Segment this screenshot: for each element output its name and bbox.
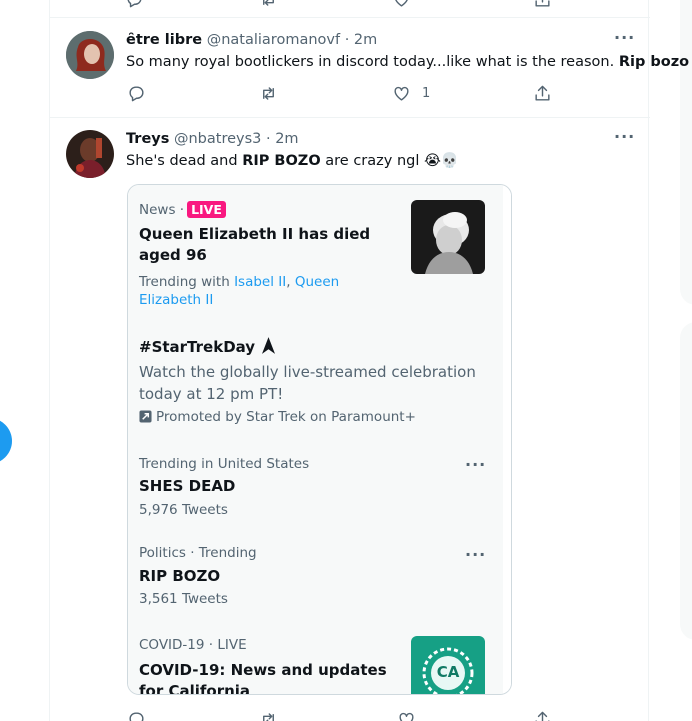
timeline: ȇtre libre @nataliaromanovf · 2m ··· So …	[49, 0, 689, 721]
retweet-icon	[263, 87, 274, 100]
covid-headline: COVID-19: News and updates for Californi…	[139, 661, 387, 695]
prev-share-button[interactable]	[533, 0, 552, 9]
scrollbar[interactable]	[503, 185, 511, 694]
retweet-button[interactable]	[259, 710, 278, 721]
share-icon	[535, 711, 550, 721]
trend-count: 3,561 Tweets	[139, 591, 228, 607]
share-button[interactable]	[533, 710, 552, 721]
heart-icon	[399, 712, 414, 721]
news-category-label: News ·	[139, 202, 185, 218]
avatar-image	[66, 31, 114, 79]
live-badge: LIVE	[187, 201, 226, 218]
promoted-hashtag: #StarTrekDay	[139, 337, 276, 358]
handle[interactable]: @nbatreys3	[174, 131, 261, 147]
handle[interactable]: @nataliaromanovf	[207, 32, 340, 48]
trend-count: 5,976 Tweets	[139, 502, 228, 518]
trending-with: Trending with Isabel II, Queen Elizabeth…	[139, 273, 401, 309]
more-options-button[interactable]: ···	[614, 127, 635, 146]
tweet-text-bold: Rip bozo	[618, 54, 690, 70]
reply-icon	[127, 0, 142, 8]
news-headline: Queen Elizabeth II has died aged 96	[139, 225, 371, 264]
like-button[interactable]: 1	[392, 84, 430, 103]
heart-icon	[394, 86, 409, 101]
share-button[interactable]	[533, 84, 552, 103]
prev-reply-button[interactable]	[125, 0, 144, 9]
tweet-text-part1: She's dead and	[126, 153, 243, 169]
heart-icon	[395, 0, 408, 7]
compose-tweet-button[interactable]	[0, 418, 12, 464]
ca-badge-text: CA	[436, 663, 460, 681]
like-button[interactable]	[397, 710, 416, 721]
trend-link-isabel[interactable]: Isabel II	[234, 274, 286, 290]
trend-link-separator: ,	[286, 274, 295, 290]
display-name[interactable]: ȇtre libre	[126, 32, 202, 48]
share-icon	[535, 0, 550, 7]
tweet-text: She's dead and RIP BOZO are crazy ngl 😭💀	[126, 151, 459, 171]
trend-name[interactable]: SHES DEAD	[139, 476, 235, 497]
trend-more-button[interactable]: ···	[465, 455, 486, 474]
trend-context: Politics · Trending	[139, 545, 257, 561]
avatar[interactable]	[66, 31, 114, 79]
more-options-button[interactable]: ···	[614, 28, 635, 47]
promoted-by: Promoted by Star Trek on Paramount+	[139, 409, 416, 425]
tweet-header: Treys @nbatreys3 · 2m	[126, 129, 299, 149]
share-icon	[535, 85, 550, 101]
sidebar-card-top	[680, 0, 692, 305]
trend-context: Trending in United States	[139, 456, 310, 472]
promoted-icon	[139, 410, 152, 423]
retweet-icon	[263, 713, 274, 721]
divider	[50, 17, 650, 18]
queen-photo	[411, 200, 485, 274]
avatar[interactable]	[66, 130, 114, 178]
tweet-text: So many royal bootlickers in discord tod…	[126, 52, 689, 72]
divider	[50, 117, 650, 118]
promoted-by-text: Promoted by Star Trek on Paramount+	[156, 409, 416, 425]
retweet-icon	[263, 0, 274, 6]
retweet-button[interactable]	[259, 84, 278, 103]
tweet-text-plain: So many royal bootlickers in discord tod…	[126, 54, 619, 70]
avatar-image	[66, 130, 114, 178]
timestamp[interactable]: · 2m	[345, 32, 378, 48]
reply-icon	[129, 86, 144, 102]
attached-image[interactable]: News · LIVE Queen Elizabeth II has died a…	[127, 184, 512, 695]
startrek-delta-icon	[262, 337, 276, 354]
reply-button[interactable]	[127, 84, 146, 103]
promoted-description: Watch the globally live-streamed celebra…	[139, 363, 476, 403]
covid-thumbnail: CA	[411, 636, 485, 694]
reply-button[interactable]	[127, 710, 146, 721]
trend-name[interactable]: RIP BOZO	[139, 566, 220, 587]
trends-panel: News · LIVE Queen Elizabeth II has died a…	[128, 185, 504, 694]
like-count: 1	[422, 86, 431, 101]
tweet-header: ȇtre libre @nataliaromanovf · 2m	[126, 30, 377, 50]
display-name[interactable]: Treys	[126, 131, 169, 147]
sidebar-card-bottom	[680, 322, 692, 640]
tweet-text-part2: are crazy ngl 😭💀	[320, 153, 459, 169]
covid-context: COVID-19 · LIVE	[139, 637, 247, 653]
tweet-text-bold: RIP BOZO	[242, 153, 321, 169]
reply-icon	[129, 712, 144, 721]
trend-more-button[interactable]: ···	[465, 545, 486, 564]
trending-with-label: Trending with	[139, 274, 235, 290]
news-category: News · LIVE	[139, 201, 226, 218]
promoted-hashtag-text: #StarTrekDay	[139, 338, 256, 356]
news-thumbnail	[411, 200, 485, 274]
prev-like-button[interactable]	[392, 0, 411, 9]
prev-retweet-button[interactable]	[259, 0, 278, 9]
timestamp[interactable]: · 2m	[266, 131, 299, 147]
